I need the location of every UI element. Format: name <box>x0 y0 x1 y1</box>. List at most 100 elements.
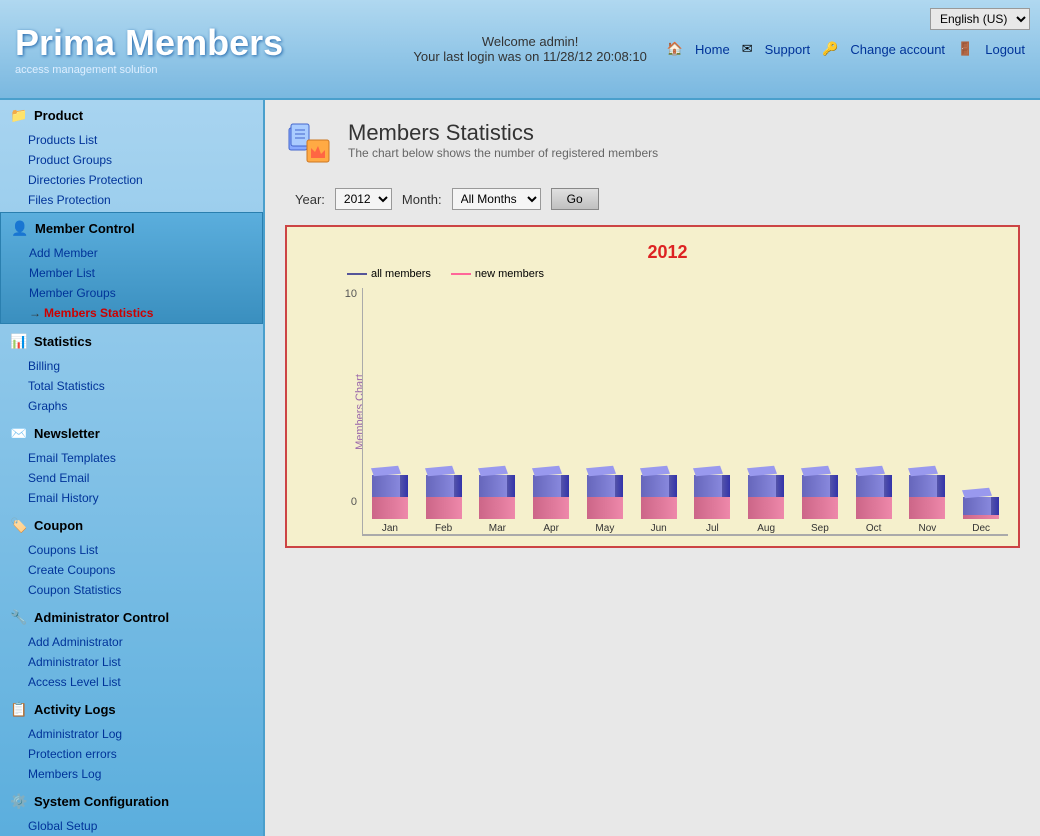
page-header: Members Statistics The chart below shows… <box>285 120 1020 168</box>
sidebar-item-members-statistics[interactable]: →Members Statistics <box>21 303 262 323</box>
bar-label-jul: Jul <box>706 523 719 534</box>
sidebar-item-total-statistics[interactable]: Total Statistics <box>20 376 263 396</box>
member-control-icon: 👤 <box>11 219 29 237</box>
bar-all-oct <box>856 467 892 519</box>
sidebar-item-billing[interactable]: Billing <box>20 356 263 376</box>
home-icon: 🏠 <box>667 41 683 57</box>
bar-label-may: May <box>595 523 614 534</box>
sidebar-item-email-templates[interactable]: Email Templates <box>20 448 263 468</box>
go-button[interactable]: Go <box>551 188 599 210</box>
bar-all-nov <box>909 467 945 519</box>
bar-all-sep <box>802 467 838 519</box>
coupon-icon: 🏷️ <box>10 516 28 534</box>
sidebar-section-statistics: 📊 Statistics Billing Total Statistics Gr… <box>0 326 263 416</box>
sidebar-item-add-administrator[interactable]: Add Administrator <box>20 632 263 652</box>
sidebar-activity-items: Administrator Log Protection errors Memb… <box>0 724 263 784</box>
sidebar-product-items: Products List Product Groups Directories… <box>0 130 263 210</box>
sidebar-item-admin-log[interactable]: Administrator Log <box>20 724 263 744</box>
sidebar-system-items: Global Setup <box>0 816 263 836</box>
sidebar-item-email-history[interactable]: Email History <box>20 488 263 508</box>
page-title: Members Statistics <box>348 120 658 146</box>
sidebar-item-administrator-list[interactable]: Administrator List <box>20 652 263 672</box>
month-select[interactable]: All Months January February March April … <box>452 188 541 210</box>
bar-new-sep <box>802 497 838 519</box>
sidebar-item-product-groups[interactable]: Product Groups <box>20 150 263 170</box>
legend-all-line <box>347 273 367 275</box>
bar-group-apr: Apr <box>524 288 578 534</box>
sidebar-section-admin: 🔧 Administrator Control Add Administrato… <box>0 602 263 692</box>
sidebar-admin-label: Administrator Control <box>34 610 169 625</box>
bar-label-jun: Jun <box>651 523 667 534</box>
logout-link[interactable]: Logout <box>985 42 1025 57</box>
bar-all-jan <box>372 467 408 519</box>
sidebar-item-member-groups[interactable]: Member Groups <box>21 283 262 303</box>
sidebar-item-products-list[interactable]: Products List <box>20 130 263 150</box>
sidebar-section-activity: 📋 Activity Logs Administrator Log Protec… <box>0 694 263 784</box>
sidebar-system-label: System Configuration <box>34 794 169 809</box>
bar-group-nov: Nov <box>901 288 955 534</box>
bar-group-jul: Jul <box>686 288 740 534</box>
page-icon <box>285 120 333 168</box>
sidebar-item-files-protection[interactable]: Files Protection <box>20 190 263 210</box>
sidebar-section-coupon: 🏷️ Coupon Coupons List Create Coupons Co… <box>0 510 263 600</box>
sidebar-item-coupon-statistics[interactable]: Coupon Statistics <box>20 580 263 600</box>
active-arrow: → <box>29 306 41 320</box>
bar-all-jul <box>694 467 730 519</box>
sidebar-item-member-list[interactable]: Member List <box>21 263 262 283</box>
sidebar-item-directories-protection[interactable]: Directories Protection <box>20 170 263 190</box>
bar-new-jan <box>372 497 408 519</box>
app-subtitle: access management solution <box>15 64 413 76</box>
admin-icon: 🔧 <box>10 608 28 626</box>
bar-new-jul <box>694 497 730 519</box>
bar-new-nov <box>909 497 945 519</box>
year-label: Year: <box>295 192 325 207</box>
home-link[interactable]: Home <box>695 42 730 57</box>
sidebar-item-access-level-list[interactable]: Access Level List <box>20 672 263 692</box>
bar-group-may: May <box>578 288 632 534</box>
language-select[interactable]: English (US) <box>930 8 1030 30</box>
sidebar-section-system-header: ⚙️ System Configuration <box>0 786 263 816</box>
sidebar-item-send-email[interactable]: Send Email <box>20 468 263 488</box>
bar-label-apr: Apr <box>543 523 559 534</box>
welcome-area: Welcome admin! Your last login was on 11… <box>413 34 646 64</box>
sidebar-item-graphs[interactable]: Graphs <box>20 396 263 416</box>
app-title: Prima Members <box>15 22 413 64</box>
bar-all-mar <box>479 467 515 519</box>
bar-new-dec <box>963 515 999 519</box>
activity-icon: 📋 <box>10 700 28 718</box>
sidebar-item-global-setup[interactable]: Global Setup <box>20 816 263 836</box>
sidebar-newsletter-items: Email Templates Send Email Email History <box>0 448 263 508</box>
sidebar-coupon-items: Coupons List Create Coupons Coupon Stati… <box>0 540 263 600</box>
bars-area: JanFebMarAprMayJunJulAugSepOctNovDec <box>362 288 1008 536</box>
bar-label-nov: Nov <box>918 523 936 534</box>
sidebar-item-protection-errors[interactable]: Protection errors <box>20 744 263 764</box>
chart-container: 2012 all members new members Members Cha… <box>285 225 1020 548</box>
sidebar-item-create-coupons[interactable]: Create Coupons <box>20 560 263 580</box>
year-select[interactable]: 2012 2011 2010 <box>335 188 392 210</box>
sidebar-item-coupons-list[interactable]: Coupons List <box>20 540 263 560</box>
support-link[interactable]: Support <box>765 42 811 57</box>
sidebar-item-members-log[interactable]: Members Log <box>20 764 263 784</box>
sidebar-member-items: Add Member Member List Member Groups →Me… <box>1 243 262 323</box>
sidebar-section-coupon-header: 🏷️ Coupon <box>0 510 263 540</box>
account-icon: 🔑 <box>822 41 838 57</box>
sidebar-section-product: 📁 Product Products List Product Groups D… <box>0 100 263 210</box>
sidebar-section-member-control: 👤 Member Control Add Member Member List … <box>0 212 263 324</box>
last-login-text: Your last login was on 11/28/12 20:08:10 <box>413 49 646 64</box>
sidebar-item-add-member[interactable]: Add Member <box>21 243 262 263</box>
sidebar-section-admin-header: 🔧 Administrator Control <box>0 602 263 632</box>
sidebar-statistics-label: Statistics <box>34 334 92 349</box>
sidebar-section-activity-header: 📋 Activity Logs <box>0 694 263 724</box>
welcome-text: Welcome admin! <box>413 34 646 49</box>
chart-title: 2012 <box>327 242 1008 263</box>
legend-all-members: all members <box>347 268 431 280</box>
bar-group-sep: Sep <box>793 288 847 534</box>
top-bar: Prima Members access management solution… <box>0 0 1040 100</box>
sidebar-section-member-header: 👤 Member Control <box>1 213 262 243</box>
change-account-link[interactable]: Change account <box>850 42 945 57</box>
support-icon: ✉ <box>742 41 753 57</box>
bar-group-oct: Oct <box>847 288 901 534</box>
bar-label-oct: Oct <box>866 523 882 534</box>
newsletter-icon: ✉️ <box>10 424 28 442</box>
sidebar-newsletter-label: Newsletter <box>34 426 100 441</box>
